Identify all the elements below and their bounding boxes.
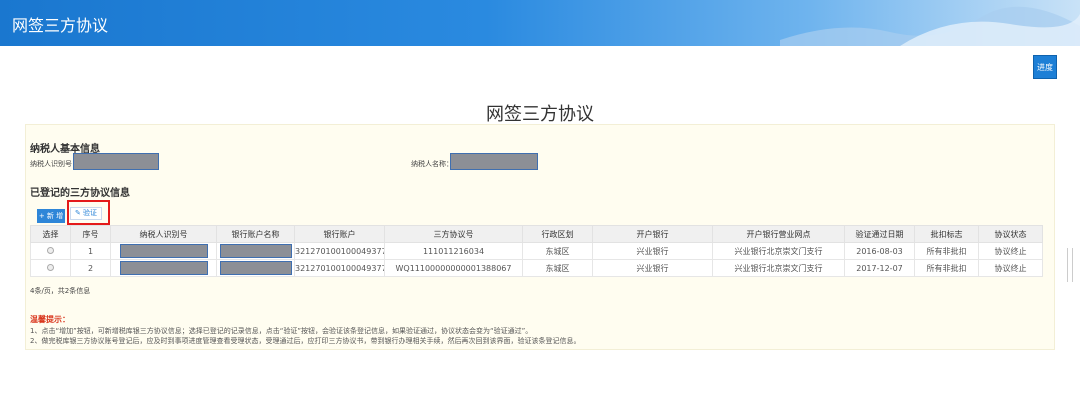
tip-line-1: 1、点击“增加”按钮，可新增税库银三方协议信息；选择已登记的记录信息，点击“验证… [30, 327, 533, 335]
col-header-verify-date: 验证通过日期 [844, 225, 915, 243]
col-header-batch-flag: 批扣标志 [914, 225, 979, 243]
table-row[interactable]: 1 321270100100049377 111011216034 东城区 兴业… [30, 242, 1043, 260]
row-branch: 兴业银行北京崇文门支行 [712, 259, 845, 277]
row-bank: 兴业银行 [592, 242, 713, 260]
page-title: 网签三方协议 [486, 104, 594, 125]
resize-handle[interactable] [1067, 248, 1073, 282]
col-header-status: 协议状态 [978, 225, 1043, 243]
row-select-radio[interactable] [47, 263, 54, 271]
row-select-radio[interactable] [47, 246, 54, 254]
col-header-bank: 开户银行 [592, 225, 713, 243]
taxpayer-name-label: 纳税人名称： [411, 160, 453, 168]
col-header-district: 行政区划 [522, 225, 593, 243]
app-header: 网签三方协议 [0, 0, 1080, 46]
row-flag: 所有非批扣 [914, 259, 979, 277]
row-status: 协议终止 [978, 259, 1043, 277]
taxpayer-name-value-redacted [450, 153, 538, 170]
registered-agreements-title: 已登记的三方协议信息 [30, 188, 130, 199]
tip-line-2: 2、做完税库银三方协议账号登记后，应及时到事项进度管理查看受理状态，受理通过后，… [30, 337, 581, 345]
table-header-row: 选择 序号 纳税人识别号 银行账户名称 银行账户 三方协议号 行政区划 开户银行… [30, 225, 1043, 243]
row-agreement: WQ11100000000001388067 [384, 259, 523, 277]
row-branch: 兴业银行北京崇文门支行 [712, 242, 845, 260]
row-agreement: 111011216034 [384, 242, 523, 260]
taxpayer-id-value-redacted [73, 153, 159, 170]
taxpayer-id-redacted [119, 244, 208, 258]
col-header-account: 银行账户 [294, 225, 385, 243]
row-district: 东城区 [522, 259, 593, 277]
row-account: 321270100100049377 [294, 242, 385, 260]
taxpayer-id-redacted [119, 261, 208, 275]
col-header-branch: 开户银行营业网点 [712, 225, 845, 243]
tips-title: 温馨提示： [30, 315, 70, 324]
row-status: 协议终止 [978, 242, 1043, 260]
header-decoration [780, 6, 1080, 46]
row-seq: 2 [70, 259, 111, 277]
app-title: 网签三方协议 [12, 16, 109, 35]
verify-highlight-box [67, 200, 110, 225]
pagination-info: 4条/页，共2条信息 [30, 287, 91, 295]
account-name-redacted [219, 261, 292, 275]
col-header-select: 选择 [30, 225, 71, 243]
agreements-table: 选择 序号 纳税人识别号 银行账户名称 银行账户 三方协议号 行政区划 开户银行… [30, 225, 1043, 277]
row-date: 2017-12-07 [844, 259, 915, 277]
col-header-account-name: 银行账户名称 [216, 225, 295, 243]
row-account: 321270100100049377 [294, 259, 385, 277]
row-seq: 1 [70, 242, 111, 260]
taxpayer-id-label: 纳税人识别号 [30, 160, 72, 168]
row-district: 东城区 [522, 242, 593, 260]
table-row[interactable]: 2 321270100100049377 WQ11100000000001388… [30, 259, 1043, 277]
progress-button[interactable]: 进度 [1033, 55, 1057, 79]
col-header-agreement-no: 三方协议号 [384, 225, 523, 243]
row-flag: 所有非批扣 [914, 242, 979, 260]
add-button[interactable]: + 新 增 [37, 209, 65, 223]
row-bank: 兴业银行 [592, 259, 713, 277]
row-date: 2016-08-03 [844, 242, 915, 260]
col-header-taxpayer-id: 纳税人识别号 [110, 225, 217, 243]
account-name-redacted [219, 244, 292, 258]
col-header-seq: 序号 [70, 225, 111, 243]
